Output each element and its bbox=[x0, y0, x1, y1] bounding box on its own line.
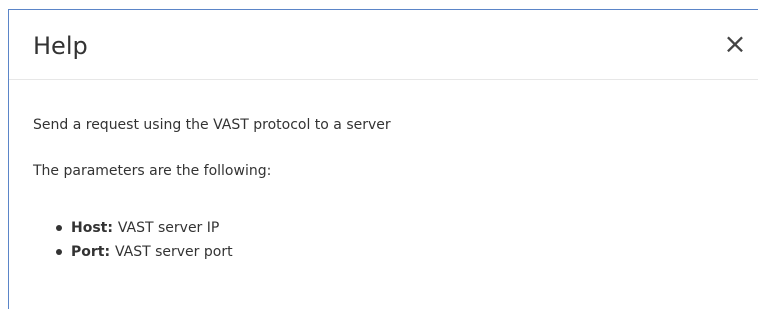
help-description: Send a request using the VAST protocol t… bbox=[33, 117, 391, 133]
bullet-icon bbox=[56, 225, 62, 231]
parameter-name: Host: bbox=[71, 220, 118, 236]
parameter-description: VAST server IP bbox=[117, 220, 220, 236]
parameters-intro: The parameters are the following: bbox=[33, 163, 272, 179]
parameter-name: Port: bbox=[71, 244, 115, 260]
parameter-item-port: Port: VAST server port bbox=[56, 243, 233, 267]
dialog-title: Help bbox=[33, 32, 88, 60]
parameter-item-host: Host: VAST server IP bbox=[56, 219, 233, 243]
bullet-icon bbox=[56, 249, 62, 255]
parameter-list: Host: VAST server IP Port: VAST server p… bbox=[33, 219, 233, 267]
help-dialog: Help × Send a request using the VAST pro… bbox=[8, 9, 758, 309]
parameter-description: VAST server port bbox=[114, 244, 233, 260]
dialog-header: Help × bbox=[9, 10, 758, 80]
close-icon[interactable]: × bbox=[722, 30, 748, 60]
